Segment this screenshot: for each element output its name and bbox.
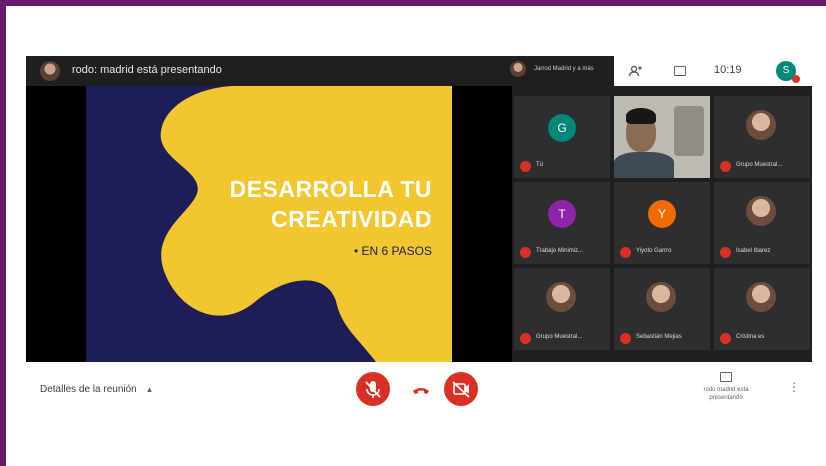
participant-name: Yiyoto Garrro [636,248,672,254]
slide-title: DESARROLLA TU CREATIVIDAD [182,174,432,234]
muted-mic-icon [620,247,631,258]
clock: 10:19 [714,64,742,76]
participant-avatar: T [548,200,576,228]
mini-presenter-label: Jarrod Madrid y a más [534,66,594,72]
participant-avatar: G [548,114,576,142]
participant-tile[interactable]: G Tú [514,96,610,178]
meeting-details-label: Detalles de la reunión [40,384,137,395]
muted-mic-icon [520,333,531,344]
meeting-details-button[interactable]: Detalles de la reunión ▲ [40,384,153,395]
video-person-hair [626,108,656,124]
participants-grid: G Tú Grupo Muestral... T Trabajo Minimiz… [514,96,812,352]
chat-icon[interactable] [672,63,688,79]
presenting-button[interactable]: rodo madrid está presentando [690,372,762,402]
notification-badge [792,75,800,83]
participant-avatar: Y [648,200,676,228]
participant-name: Grupo Muestral... [536,334,583,340]
participant-name: Trabajo Minimiz... [536,248,584,254]
video-person-body [614,152,674,178]
muted-mic-icon [720,333,731,344]
chevron-up-icon: ▲ [145,385,154,394]
camera-toggle-button[interactable] [444,372,478,406]
muted-mic-icon [720,247,731,258]
participant-photo-avatar [746,282,776,312]
hang-up-button[interactable] [404,372,438,406]
slide-title-line2: CREATIVIDAD [271,206,432,232]
muted-mic-icon [720,161,731,172]
presenter-avatar [40,61,60,81]
presenter-status: rodo: madrid está presentando [72,64,222,76]
mic-off-icon [365,381,381,398]
participant-name: Isabel Ibarez [736,248,771,254]
mic-toggle-button[interactable] [356,372,390,406]
frame-left-border [0,0,6,466]
meeting-window: rodo: madrid está presentando Jarrod Mad… [26,56,812,362]
meeting-toolbar: 10:19 S [614,56,812,86]
participant-tile[interactable]: Grupo Muestral... [714,96,810,178]
participant-photo-avatar [746,196,776,226]
participant-photo-avatar [646,282,676,312]
presenting-label: rodo madrid está presentando [703,387,749,401]
muted-mic-icon [520,247,531,258]
participant-tile[interactable]: Cristina es [714,268,810,350]
participant-photo-avatar [746,110,776,140]
participant-tile[interactable]: Y Yiyoto Garrro [614,182,710,264]
participant-name: Sebastián Mejias [636,334,682,340]
present-screen-icon [720,372,732,382]
presenter-mini-thumbnail[interactable]: Jarrod Madrid y a más [510,61,594,77]
mini-avatar [510,61,526,77]
participant-tile[interactable]: Grupo Muestral... [514,268,610,350]
bottom-bar: Detalles de la reunión ▲ rodo madrid est… [26,362,812,422]
phone-hangup-icon [413,388,429,394]
video-background [674,106,704,156]
presentation-stage: DESARROLLA TU CREATIVIDAD • EN 6 PASOS [26,86,512,362]
muted-mic-icon [520,161,531,172]
participant-video-tile[interactable] [614,96,710,178]
slide-title-line1: DESARROLLA TU [229,176,432,202]
participant-tile[interactable]: Isabel Ibarez [714,182,810,264]
participant-tile[interactable]: Sebastián Mejias [614,268,710,350]
slide-bullet: • EN 6 PASOS [353,244,432,258]
camera-off-icon [452,381,470,398]
more-options-icon[interactable]: ⋮ [788,380,800,394]
participant-name: Tú [536,162,544,168]
participant-name: Cristina es [736,334,765,340]
participant-photo-avatar [546,282,576,312]
participant-tile[interactable]: T Trabajo Minimiz... [514,182,610,264]
people-icon[interactable] [628,63,644,79]
top-bar: rodo: madrid está presentando Jarrod Mad… [26,56,812,86]
participant-name: Grupo Muestral... [736,162,783,168]
presentation-slide: DESARROLLA TU CREATIVIDAD • EN 6 PASOS [86,86,452,362]
frame-top-border [0,0,826,6]
muted-mic-icon [620,333,631,344]
